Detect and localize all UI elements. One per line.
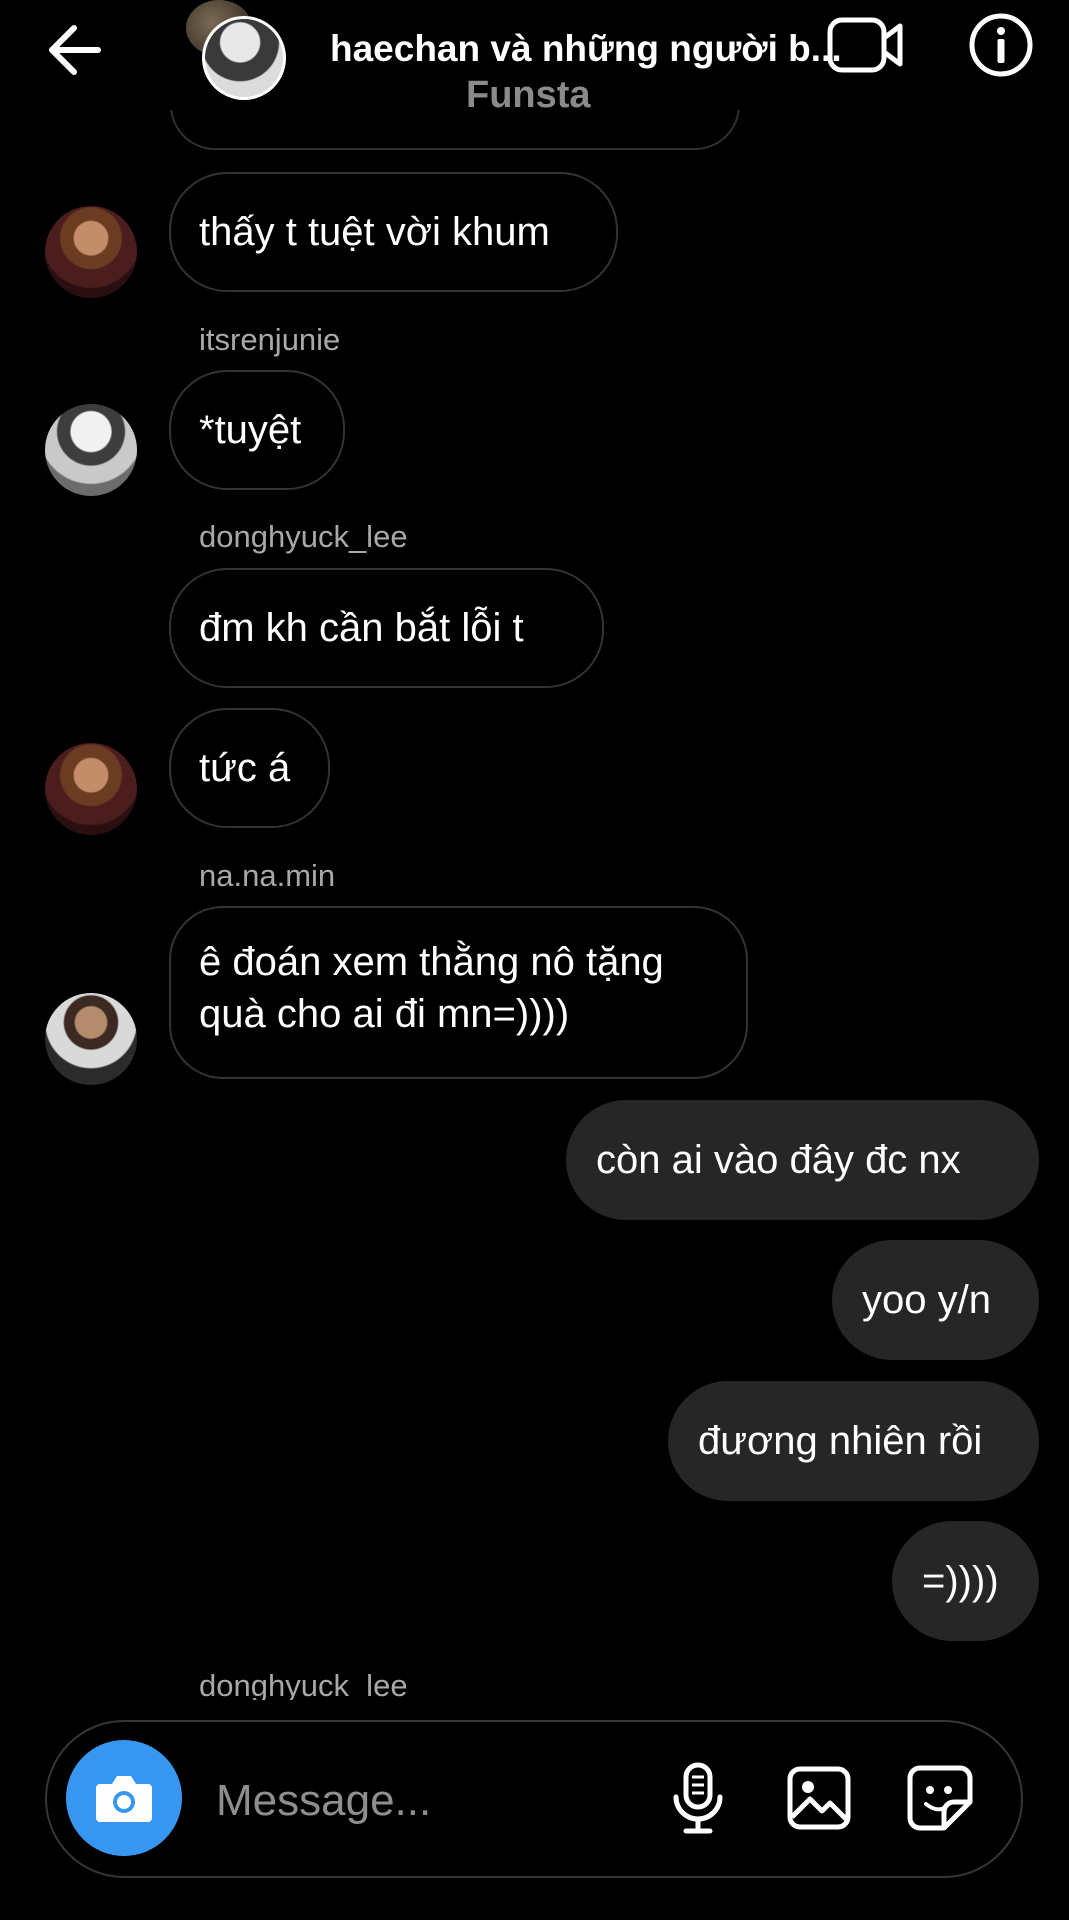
sender-name: donghyuck_lee [199,1668,408,1700]
sender-name: itsrenjunie [199,322,341,357]
sender-name: na.na.min [199,858,336,893]
message-line: quà cho ai đi mn=)))) [199,992,570,1036]
my-message-bubble[interactable]: yoo y/n [832,1240,1039,1360]
group-avatar[interactable] [186,0,296,100]
my-message-bubble[interactable]: còn ai vào đây đc nx [566,1100,1039,1220]
message-bubble[interactable]: *tuyệt [169,370,345,490]
my-message-bubble[interactable]: =)))) [892,1521,1039,1641]
back-arrow-icon [49,25,101,75]
gallery-icon [787,1766,851,1830]
sender-avatar[interactable] [45,993,137,1085]
message-bubble[interactable]: tức á [169,708,330,828]
sender-avatar[interactable] [45,404,137,496]
message-bubble[interactable]: ê đoán xem thằng nô tặng quà cho ai đi m… [169,906,748,1079]
sticker-icon [907,1765,973,1831]
info-icon [969,13,1033,77]
info-button[interactable] [966,10,1036,80]
video-call-icon [827,17,903,73]
chat-title[interactable]: haechan và những người b... [330,28,842,70]
camera-icon [96,1776,152,1822]
sender-name: donghyuck_lee [199,519,408,554]
message-input[interactable] [214,1772,638,1830]
video-call-button[interactable] [826,14,906,78]
voice-message-button[interactable] [660,1758,736,1838]
sticker-button[interactable] [902,1758,978,1838]
message-bubble[interactable]: thấy t tuệt vời khum [169,172,618,292]
message-line: ê đoán xem thằng nô tặng [199,940,664,984]
message-bubble[interactable]: đm kh cần bắt lỗi t [169,568,604,688]
camera-button[interactable] [66,1740,182,1856]
back-button[interactable] [40,18,110,82]
group-avatar-front [202,16,286,100]
sender-avatar[interactable] [45,743,137,835]
chat-subtitle: Funsta [466,74,591,116]
sender-avatar[interactable] [45,206,137,298]
my-message-bubble[interactable]: đương nhiên rồi [668,1381,1039,1501]
chat-header: haechan và những người b... Funsta [0,0,1069,116]
microphone-icon [673,1762,723,1834]
gallery-button[interactable] [781,1758,857,1838]
